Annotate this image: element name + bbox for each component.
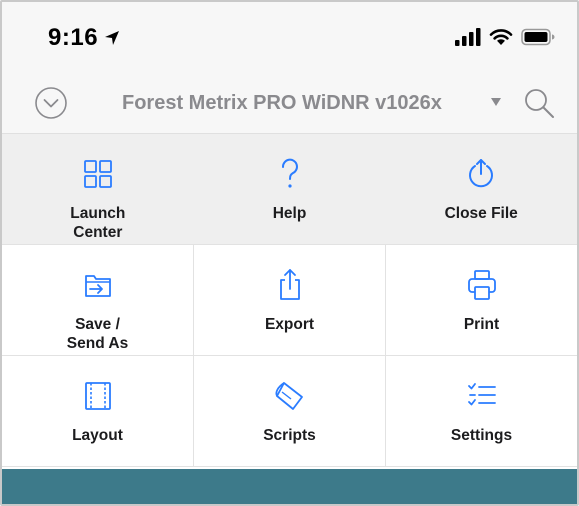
menu-row: Save / Send As Export Print (2, 245, 577, 356)
battery-icon (521, 28, 555, 46)
status-time-group: 9:16 (48, 24, 120, 52)
export-button[interactable]: Export (193, 245, 385, 355)
print-label: Print (463, 316, 500, 333)
close-file-button[interactable]: Close File (385, 134, 577, 244)
question-icon (281, 158, 298, 188)
launch-center-button[interactable]: Launch Center (2, 134, 194, 244)
title-bar: Forest Metrix PRO WiDNR v1026x (2, 76, 577, 134)
wifi-icon (489, 29, 513, 45)
background-content-bar (2, 469, 577, 504)
scroll-icon (275, 382, 303, 410)
action-menu: Launch Center Help Close File Save / Sen… (2, 134, 577, 467)
folder-arrow-icon (84, 275, 111, 297)
grid-icon (83, 160, 112, 188)
printer-icon (467, 270, 496, 300)
status-bar: 9:16 (2, 2, 577, 76)
menu-row: Launch Center Help Close File (2, 134, 577, 245)
status-time: 9:16 (48, 24, 99, 51)
status-icons (455, 28, 555, 46)
save-send-as-label: Save / Send As (66, 316, 129, 352)
app-frame: 9:16 Forest Metrix PRO WiDNR v1026x Laun… (0, 0, 579, 506)
close-file-label: Close File (444, 205, 518, 222)
help-button[interactable]: Help (194, 134, 386, 244)
layout-button[interactable]: Layout (2, 356, 193, 466)
print-button[interactable]: Print (385, 245, 577, 355)
scripts-label: Scripts (263, 427, 316, 444)
settings-button[interactable]: Settings (385, 356, 577, 466)
scripts-button[interactable]: Scripts (193, 356, 385, 466)
settings-label: Settings (450, 427, 513, 444)
export-label: Export (264, 316, 315, 333)
cellular-signal-icon (455, 28, 481, 46)
checklist-icon (467, 383, 496, 406)
menu-row: Layout Scripts Settings (2, 356, 577, 467)
file-title[interactable]: Forest Metrix PRO WiDNR v1026x (122, 92, 442, 115)
save-send-as-button[interactable]: Save / Send As (2, 245, 193, 355)
location-arrow-icon (105, 31, 120, 45)
search-icon[interactable] (522, 86, 556, 120)
layout-label: Layout (72, 427, 123, 444)
launch-center-label: Launch Center (70, 205, 126, 241)
share-icon (279, 269, 300, 300)
layout-icon (84, 382, 111, 410)
help-label: Help (272, 205, 307, 222)
caret-down-icon[interactable] (490, 97, 502, 107)
chevron-down-circle-icon[interactable] (34, 86, 68, 120)
power-icon (469, 159, 494, 188)
